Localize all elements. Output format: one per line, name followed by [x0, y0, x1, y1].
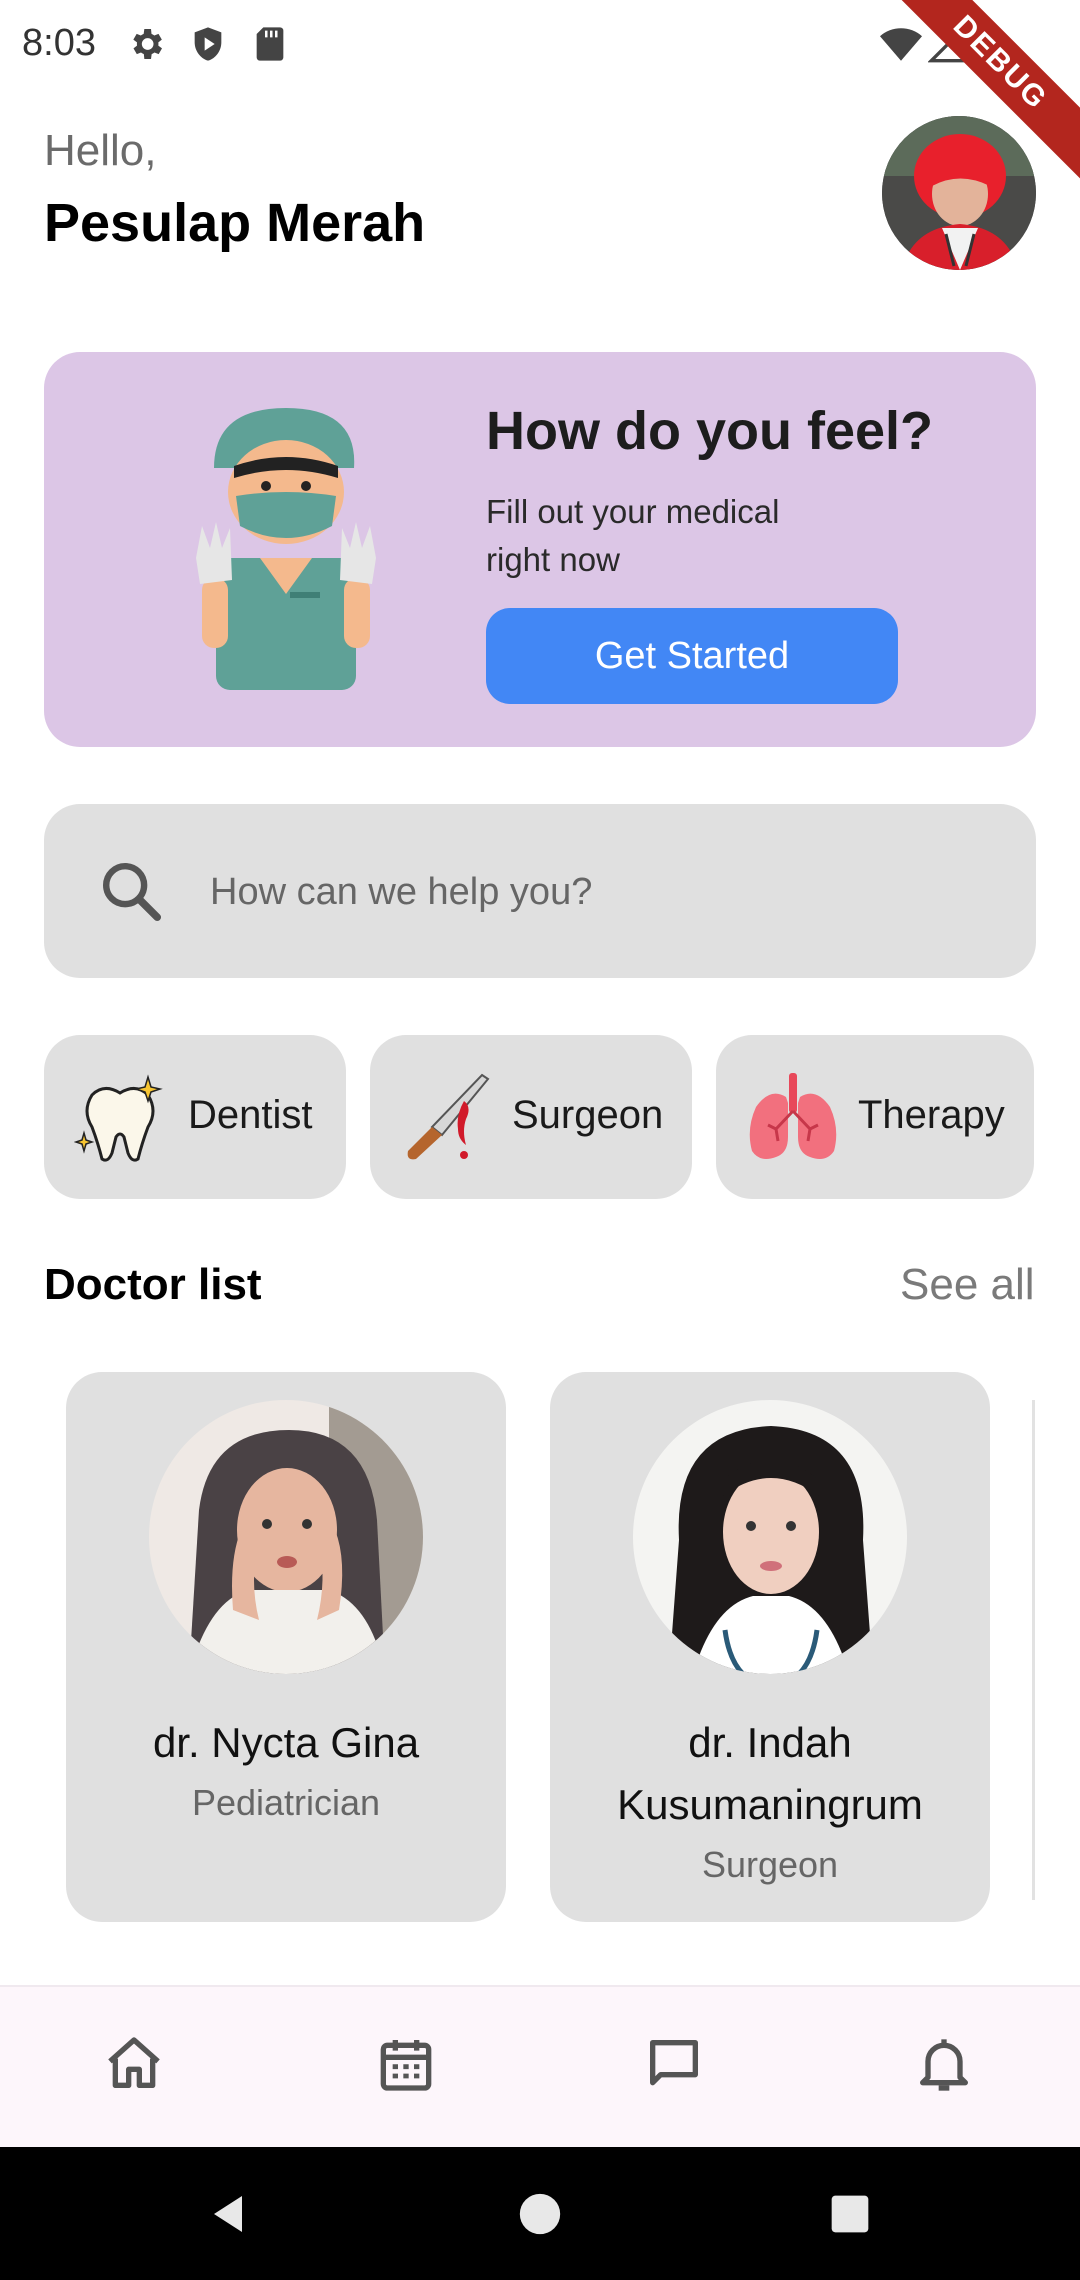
shield-icon: [194, 27, 222, 61]
calendar-icon[interactable]: [374, 2032, 438, 2096]
home-icon[interactable]: [102, 2032, 166, 2096]
banner-title: How do you feel?: [486, 401, 934, 461]
avatar-image: [882, 116, 1036, 270]
banner-subtitle: Fill out your medical right now: [486, 493, 780, 578]
category-label: Dentist: [188, 1093, 313, 1137]
recents-icon[interactable]: [828, 2192, 872, 2236]
home-circle-icon[interactable]: [518, 2192, 562, 2236]
chat-icon[interactable]: [642, 2032, 706, 2096]
doctor-name: dr. Indah Kusumaningrum: [617, 1719, 923, 1828]
category-therapy[interactable]: Therapy: [716, 1035, 1034, 1199]
search-input[interactable]: [208, 856, 992, 928]
category-surgeon[interactable]: Surgeon: [370, 1035, 692, 1199]
doctor-name: dr. Nycta Gina: [152, 1719, 420, 1766]
gear-icon: [133, 29, 162, 59]
bell-icon[interactable]: [912, 2032, 976, 2096]
status-time: 8:03: [22, 22, 96, 64]
doctor-photo: [149, 1400, 423, 1674]
doctor-illustration: [196, 408, 376, 690]
user-name: Pesulap Merah: [44, 193, 426, 253]
doctor-list-title: Doctor list: [44, 1260, 262, 1309]
greeting: Hello,: [44, 126, 157, 175]
doctor-card[interactable]: dr. Nycta Gina Pediatrician: [66, 1372, 506, 1922]
tooth-icon: [74, 1074, 163, 1162]
avatar[interactable]: [882, 116, 1036, 270]
doctor-specialty: Pediatrician: [191, 1782, 381, 1823]
sd-card-icon: [256, 27, 284, 61]
back-icon[interactable]: [204, 2190, 252, 2238]
lungs-icon: [749, 1073, 837, 1159]
doctor-specialty: Surgeon: [701, 1844, 839, 1885]
doctor-photo: [633, 1400, 907, 1674]
category-dentist[interactable]: Dentist: [44, 1035, 346, 1199]
next-card-edge: [1032, 1400, 1035, 1900]
doctor-card[interactable]: dr. Indah Kusumaningrum Surgeon: [550, 1372, 990, 1922]
category-label: Surgeon: [512, 1093, 664, 1137]
get-started-button[interactable]: Get Started: [486, 608, 898, 704]
see-all-link[interactable]: See all: [900, 1260, 1035, 1310]
search-icon: [103, 863, 162, 922]
scalpel-icon: [407, 1073, 490, 1160]
category-label: Therapy: [858, 1093, 1005, 1137]
